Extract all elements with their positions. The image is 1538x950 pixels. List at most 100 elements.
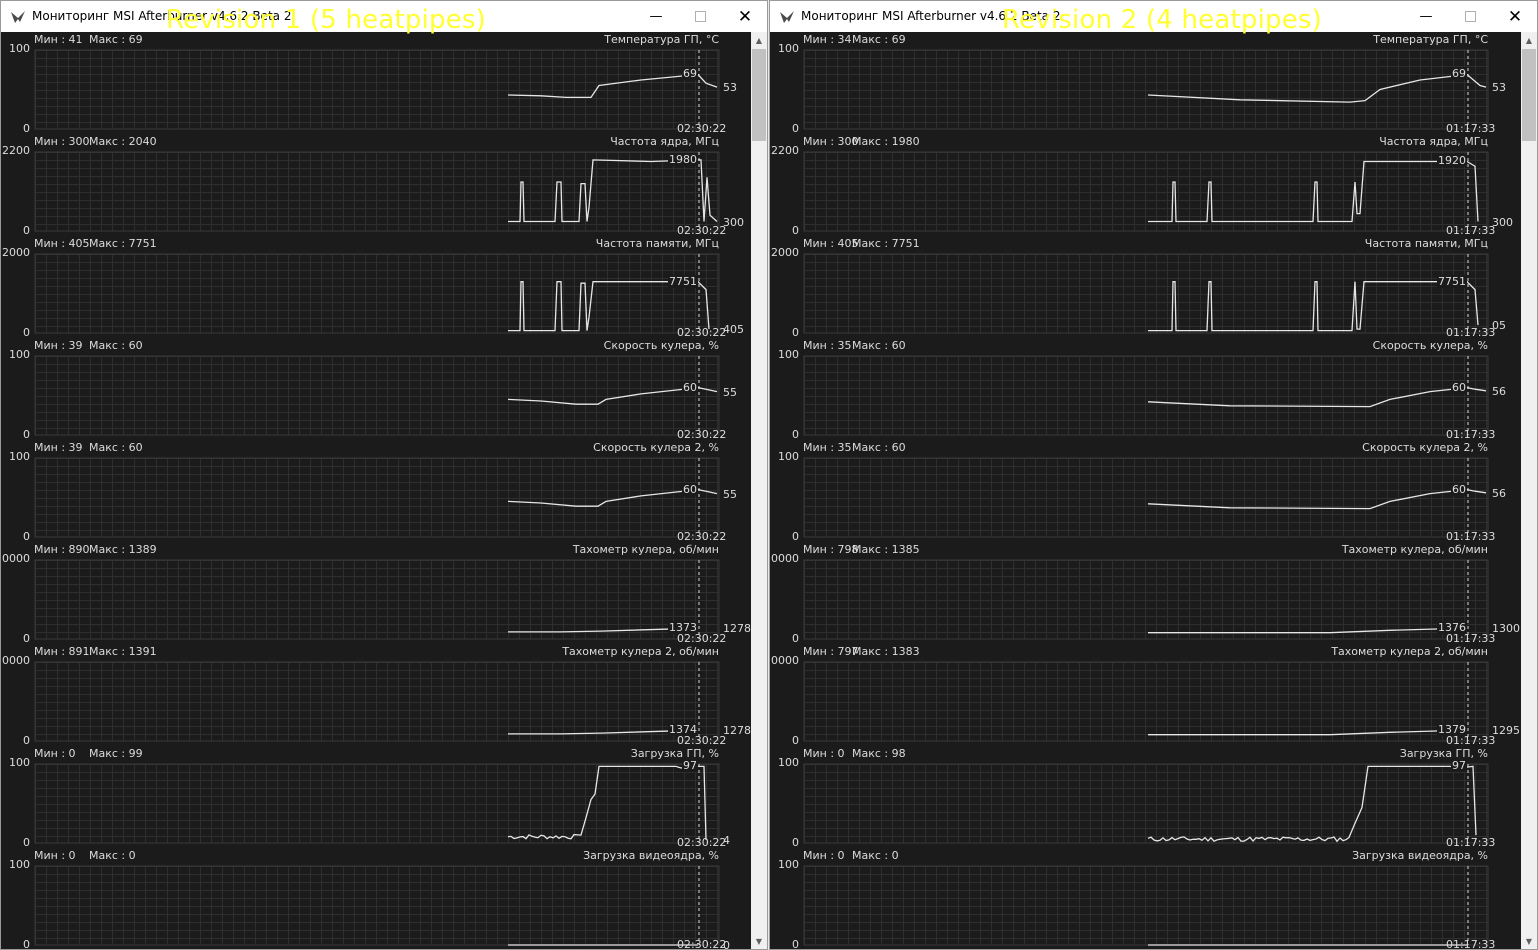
graphs-canvas	[34, 49, 720, 946]
scroll-down-arrow-icon[interactable]: ▼	[1521, 933, 1537, 949]
axis-min-label: 0	[792, 530, 799, 543]
graph-grid	[34, 151, 720, 232]
graph-peak-value: 7751	[1437, 274, 1467, 288]
axis-min-label: 0	[792, 122, 799, 135]
scroll-down-arrow-icon[interactable]: ▼	[751, 933, 767, 949]
graph-max-label: Макс : 1980	[852, 135, 920, 148]
graph-max-label: Макс : 0	[852, 849, 899, 862]
scrollbar-thumb[interactable]	[1522, 49, 1536, 141]
graph-timestamp: 01:17:33	[1446, 326, 1496, 339]
graph-title: Тахометр кулера 2, об/мин	[1331, 645, 1488, 658]
graphs-panel[interactable]: Мин : 34 Макс : 69 Температура ГП, °C 100 0 0…	[770, 32, 1520, 949]
axis-min-label: 0	[23, 836, 30, 849]
graph-min-label: Мин : 0	[34, 849, 76, 862]
axis-max-label: 100	[778, 756, 799, 769]
graph-max-label: Макс : 60	[852, 441, 906, 454]
axis-max-label: 100	[9, 756, 30, 769]
close-button[interactable]: ✕	[1492, 1, 1537, 32]
graph-peak-value: 69	[1451, 67, 1467, 81]
graph-title: Частота памяти, МГц	[1364, 237, 1488, 250]
scrollbar-thumb[interactable]	[752, 49, 766, 141]
axis-max-label: 2200	[2, 144, 30, 157]
graph-grid	[34, 763, 720, 844]
graph-peak-value: 60	[682, 380, 698, 394]
graph-peak-value: 60	[1451, 482, 1467, 496]
axis-max-label: 100	[778, 858, 799, 871]
axis-min-label: 0	[792, 326, 799, 339]
axis-min-label: 0	[23, 938, 30, 949]
graph-grid	[34, 865, 720, 946]
graph-min-label: Мин : 35	[803, 441, 852, 454]
graph-min-label: Мин : 34	[803, 33, 852, 46]
minimize-icon: —	[649, 9, 663, 24]
graph-current-value: 1278	[723, 724, 751, 738]
axis-max-label: 10000	[770, 552, 799, 565]
maximize-button[interactable]	[1447, 1, 1493, 32]
graph-grid	[803, 355, 1489, 436]
axis-min-label: 0	[792, 836, 799, 849]
graph-max-label: Макс : 60	[852, 339, 906, 352]
axis-max-label: 2200	[771, 144, 799, 157]
graph-current-value: 1278	[723, 622, 751, 636]
graph-title: Температура ГП, °C	[604, 33, 719, 46]
minimize-button[interactable]: —	[633, 1, 679, 32]
graph-timestamp: 01:17:33	[1446, 122, 1496, 135]
graph-current-value: 4	[723, 833, 730, 847]
graph-title: Тахометр кулера 2, об/мин	[562, 645, 719, 658]
graph-grid	[803, 151, 1489, 232]
graph-min-label: Мин : 405	[34, 237, 90, 250]
graph-peak-value: 69	[682, 67, 698, 81]
graph-peak-value: 1920	[1437, 154, 1467, 168]
graph-title: Скорость кулера, %	[603, 339, 719, 352]
graph-title: Температура ГП, °C	[1373, 33, 1488, 46]
scroll-up-arrow-icon[interactable]: ▲	[1521, 32, 1537, 48]
graph-grid	[34, 355, 720, 436]
graph-max-label: Макс : 2040	[89, 135, 157, 148]
graph-max-label: Макс : 60	[89, 339, 143, 352]
graph-max-label: Макс : 1391	[89, 645, 157, 658]
maximize-button[interactable]	[677, 1, 723, 32]
sensor-trace-line	[1147, 488, 1487, 510]
axis-min-label: 0	[23, 632, 30, 645]
graph-grid	[803, 559, 1489, 640]
vertical-scrollbar[interactable]: ▲ ▼	[1521, 32, 1537, 949]
graph-title: Частота ядра, МГц	[1379, 135, 1488, 148]
graph-title: Тахометр кулера, об/мин	[1341, 543, 1488, 556]
sensor-trace-line	[1147, 765, 1477, 843]
axis-max-label: 12000	[1, 246, 30, 259]
axis-min-label: 0	[792, 734, 799, 747]
scroll-up-arrow-icon[interactable]: ▲	[751, 32, 767, 48]
sensor-trace-line	[1147, 386, 1487, 408]
graph-min-label: Мин : 0	[34, 747, 76, 760]
graphs-canvas	[803, 49, 1489, 946]
graph-current-value: 300	[1492, 215, 1513, 229]
graph-min-label: Мин : 41	[34, 33, 83, 46]
afterburner-app-icon	[11, 11, 25, 23]
graph-peak-value: 7751	[668, 274, 698, 288]
graph-timestamp: 02:30:22	[677, 326, 727, 339]
graph-current-value: 05	[1492, 319, 1506, 333]
axis-min-label: 0	[23, 122, 30, 135]
graph-max-label: Макс : 1385	[852, 543, 920, 556]
minimize-button[interactable]: —	[1403, 1, 1449, 32]
vertical-scrollbar[interactable]: ▲ ▼	[751, 32, 767, 949]
axis-max-label: 10000	[1, 552, 30, 565]
graph-min-label: Мин : 39	[34, 339, 83, 352]
graph-peak-value: 1980	[668, 152, 698, 166]
graph-min-label: Мин : 39	[34, 441, 83, 454]
graphs-panel[interactable]: Мин : 41 Макс : 69 Температура ГП, °C 100 0 0…	[1, 32, 751, 949]
graph-current-value: 53	[1492, 81, 1506, 95]
axis-max-label: 100	[778, 348, 799, 361]
graph-max-label: Макс : 1389	[89, 543, 157, 556]
axis-max-label: 100	[9, 348, 30, 361]
graph-min-label: Мин : 0	[803, 747, 845, 760]
revision-label: Revision 1 (5 heatpipes)	[166, 5, 486, 35]
monitor-window-rev1: Мониторинг MSI Afterburner v4.6.2 Beta 2…	[0, 0, 768, 950]
graph-peak-value: 1373	[668, 621, 698, 635]
axis-max-label: 100	[9, 42, 30, 55]
graph-title: Скорость кулера, %	[1372, 339, 1488, 352]
axis-max-label: 100	[9, 858, 30, 871]
graph-grid	[34, 49, 720, 130]
axis-min-label: 0	[23, 224, 30, 237]
close-button[interactable]: ✕	[722, 1, 767, 32]
